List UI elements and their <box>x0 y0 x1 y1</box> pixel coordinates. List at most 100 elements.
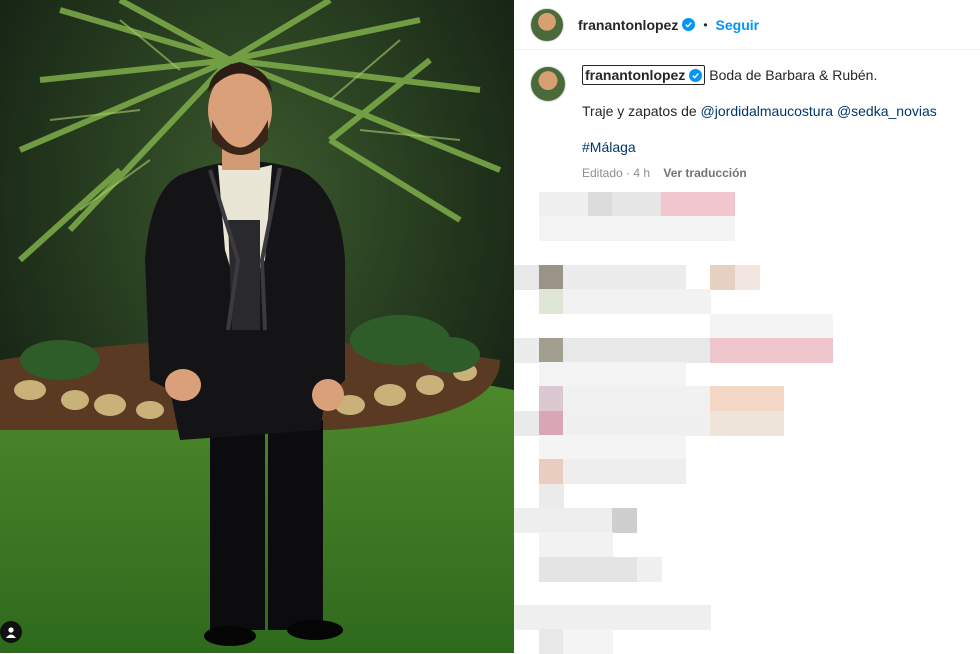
pixel-block <box>514 337 539 363</box>
pixel-block <box>587 337 613 363</box>
pixel-block <box>759 410 784 436</box>
pixel-block <box>612 556 637 582</box>
pixel-block <box>661 192 686 217</box>
pixel-block <box>563 216 588 242</box>
pixel-block <box>587 362 613 388</box>
pixel-block <box>710 386 735 412</box>
pixel-block <box>734 337 760 363</box>
pixel-block <box>563 289 588 315</box>
pixel-block <box>538 192 564 217</box>
pixel-block <box>563 362 588 388</box>
pixel-block <box>587 629 613 654</box>
caption-line2-prefix: Traje y zapatos de <box>582 103 701 119</box>
pixel-block <box>587 289 613 315</box>
pixel-block <box>783 337 809 363</box>
pixel-block <box>538 532 564 558</box>
pixel-block <box>661 459 686 485</box>
edited-timestamp: Editado · 4 h <box>582 166 651 180</box>
pixel-block <box>661 435 686 460</box>
pixel-block <box>587 605 613 631</box>
pixel-block <box>538 410 564 436</box>
pixel-block <box>587 435 613 460</box>
pixel-block <box>612 289 637 315</box>
pixel-block <box>514 507 539 533</box>
caption-avatar[interactable] <box>530 66 566 102</box>
pixel-block <box>612 264 637 290</box>
pixel-block <box>587 507 613 533</box>
pixel-block <box>538 362 564 388</box>
verified-badge-icon <box>682 18 696 31</box>
pixel-block <box>563 507 588 533</box>
photo-illustration <box>0 0 514 653</box>
pixel-block <box>563 410 588 436</box>
post-photo[interactable] <box>0 0 514 653</box>
pixel-block <box>636 459 662 485</box>
pixel-block <box>734 386 760 412</box>
pixel-block <box>685 337 711 363</box>
pixel-block <box>685 605 711 631</box>
pixel-block <box>661 605 686 631</box>
pixel-block <box>808 337 833 363</box>
mention-jordidalmaucostura[interactable]: @jordidalmaucostura <box>701 103 834 119</box>
pixel-block <box>710 192 735 217</box>
pixel-block <box>685 410 711 436</box>
pixel-block <box>612 362 637 388</box>
pixelated-comments <box>514 192 980 654</box>
pixel-block <box>587 556 613 582</box>
pixel-block <box>612 459 637 485</box>
pixel-block <box>808 313 833 339</box>
pixel-block <box>685 289 711 315</box>
pixel-block <box>538 337 564 363</box>
pixel-block <box>563 337 588 363</box>
see-translation-link[interactable]: Ver traducción <box>663 166 746 180</box>
caption: franantonlopez Boda de Barbara & Rubén. … <box>514 50 980 182</box>
pixel-block <box>563 192 588 217</box>
pixel-block <box>612 410 637 436</box>
pixel-block <box>587 386 613 412</box>
header-username[interactable]: franantonlopez <box>578 17 678 33</box>
pixel-block <box>685 192 711 217</box>
pixel-block <box>759 337 784 363</box>
follow-button[interactable]: Seguir <box>716 17 760 33</box>
pixel-block <box>636 435 662 460</box>
pixel-block <box>636 216 662 242</box>
pixel-block <box>514 264 539 290</box>
avatar[interactable] <box>530 7 564 42</box>
pixel-block <box>612 337 637 363</box>
pixel-block <box>538 556 564 582</box>
pixel-block <box>661 264 686 290</box>
pixel-block <box>563 532 588 558</box>
pixel-block <box>661 386 686 412</box>
pixel-block <box>538 483 564 509</box>
pixel-block <box>612 386 637 412</box>
pixel-block <box>612 605 637 631</box>
pixel-block <box>612 216 637 242</box>
pixel-block <box>538 605 564 631</box>
pixel-block <box>661 410 686 436</box>
pixel-block <box>563 264 588 290</box>
pixel-block <box>734 313 760 339</box>
pixel-block <box>661 216 686 242</box>
pixel-block <box>514 410 539 436</box>
pixel-block <box>636 410 662 436</box>
pixel-block <box>538 264 564 290</box>
hashtag-malaga[interactable]: #Málaga <box>582 139 636 155</box>
pixel-block <box>563 459 588 485</box>
pixel-block <box>661 289 686 315</box>
pixel-block <box>538 629 564 654</box>
tagged-user-icon[interactable] <box>0 621 22 643</box>
pixel-block <box>636 289 662 315</box>
pixel-block <box>710 313 735 339</box>
caption-title: Boda de Barbara & Rubén. <box>709 67 878 83</box>
mention-sedka-novias[interactable]: @sedka_novias <box>837 103 937 119</box>
pixel-block <box>636 264 662 290</box>
pixel-block <box>661 362 686 388</box>
pixel-block <box>587 264 613 290</box>
pixel-block <box>563 605 588 631</box>
pixel-block <box>563 629 588 654</box>
post-header: franantonlopez • Seguir <box>514 0 980 50</box>
pixel-block <box>636 605 662 631</box>
caption-username[interactable]: franantonlopez <box>582 65 706 85</box>
separator-dot: • <box>703 17 708 32</box>
pixel-block <box>759 386 784 412</box>
